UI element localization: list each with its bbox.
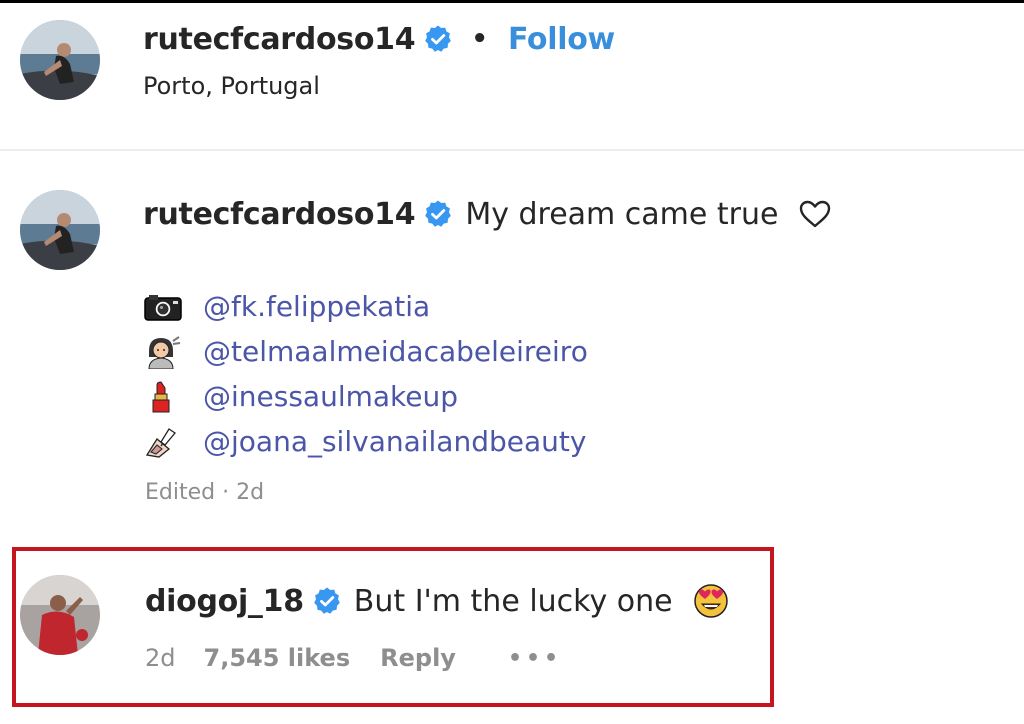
more-options-icon[interactable]: ••• (508, 646, 562, 671)
verified-badge-icon (425, 200, 452, 227)
caption-mentions: @fk.felippekatia @telmaalmeidacabeleirei… (143, 284, 588, 464)
comment-highlight-box (12, 547, 774, 707)
comment-line: diogoj_18 But I'm the lucky one (145, 580, 729, 622)
mention-link[interactable]: @joana_silvanailandbeauty (203, 425, 586, 458)
comment-text: But I'm the lucky one (353, 583, 673, 619)
mention-item: @fk.felippekatia (143, 284, 588, 329)
profile-photo-icon (20, 20, 100, 100)
heart-eyes-emoji-icon (693, 584, 728, 618)
caption-text: My dream came true (465, 196, 779, 232)
post-header: rutecfcardoso14 • Follow (143, 18, 615, 60)
location-link[interactable]: Porto, Portugal (143, 72, 320, 100)
author-username[interactable]: rutecfcardoso14 (143, 22, 416, 57)
reply-button[interactable]: Reply (380, 644, 456, 672)
mention-link[interactable]: @inessaulmakeup (203, 380, 458, 413)
divider (0, 149, 1024, 151)
caption-username[interactable]: rutecfcardoso14 (143, 197, 416, 232)
mention-link[interactable]: @telmaalmeidacabeleireiro (203, 335, 588, 368)
author-avatar[interactable] (20, 20, 100, 100)
camera-icon (143, 291, 187, 323)
mention-link[interactable]: @fk.felippekatia (203, 290, 430, 323)
comment-likes[interactable]: 7,545 likes (204, 644, 351, 672)
heart-outline-icon (800, 200, 831, 228)
caption-line: rutecfcardoso14 My dream came true (143, 193, 832, 235)
caption-meta: Edited · 2d (145, 480, 265, 505)
commenter-avatar[interactable] (20, 575, 100, 655)
commenter-username[interactable]: diogoj_18 (145, 584, 304, 619)
comment-timestamp[interactable]: 2d (145, 644, 176, 672)
comment-meta: 2d 7,545 likes Reply ••• (145, 644, 562, 672)
caption-author-avatar[interactable] (20, 190, 100, 270)
nail-polish-icon (143, 426, 187, 458)
profile-photo-icon (20, 575, 100, 655)
profile-photo-icon (20, 190, 100, 270)
follow-button[interactable]: Follow (508, 22, 615, 57)
hairdresser-icon (143, 335, 187, 369)
verified-badge-icon (425, 25, 452, 52)
mention-item: @inessaulmakeup (143, 374, 588, 419)
mention-item: @telmaalmeidacabeleireiro (143, 329, 588, 374)
separator-dot: • (471, 24, 488, 54)
top-border (0, 0, 1024, 3)
lipstick-icon (143, 380, 187, 413)
mention-item: @joana_silvanailandbeauty (143, 419, 588, 464)
verified-badge-icon (313, 587, 340, 614)
